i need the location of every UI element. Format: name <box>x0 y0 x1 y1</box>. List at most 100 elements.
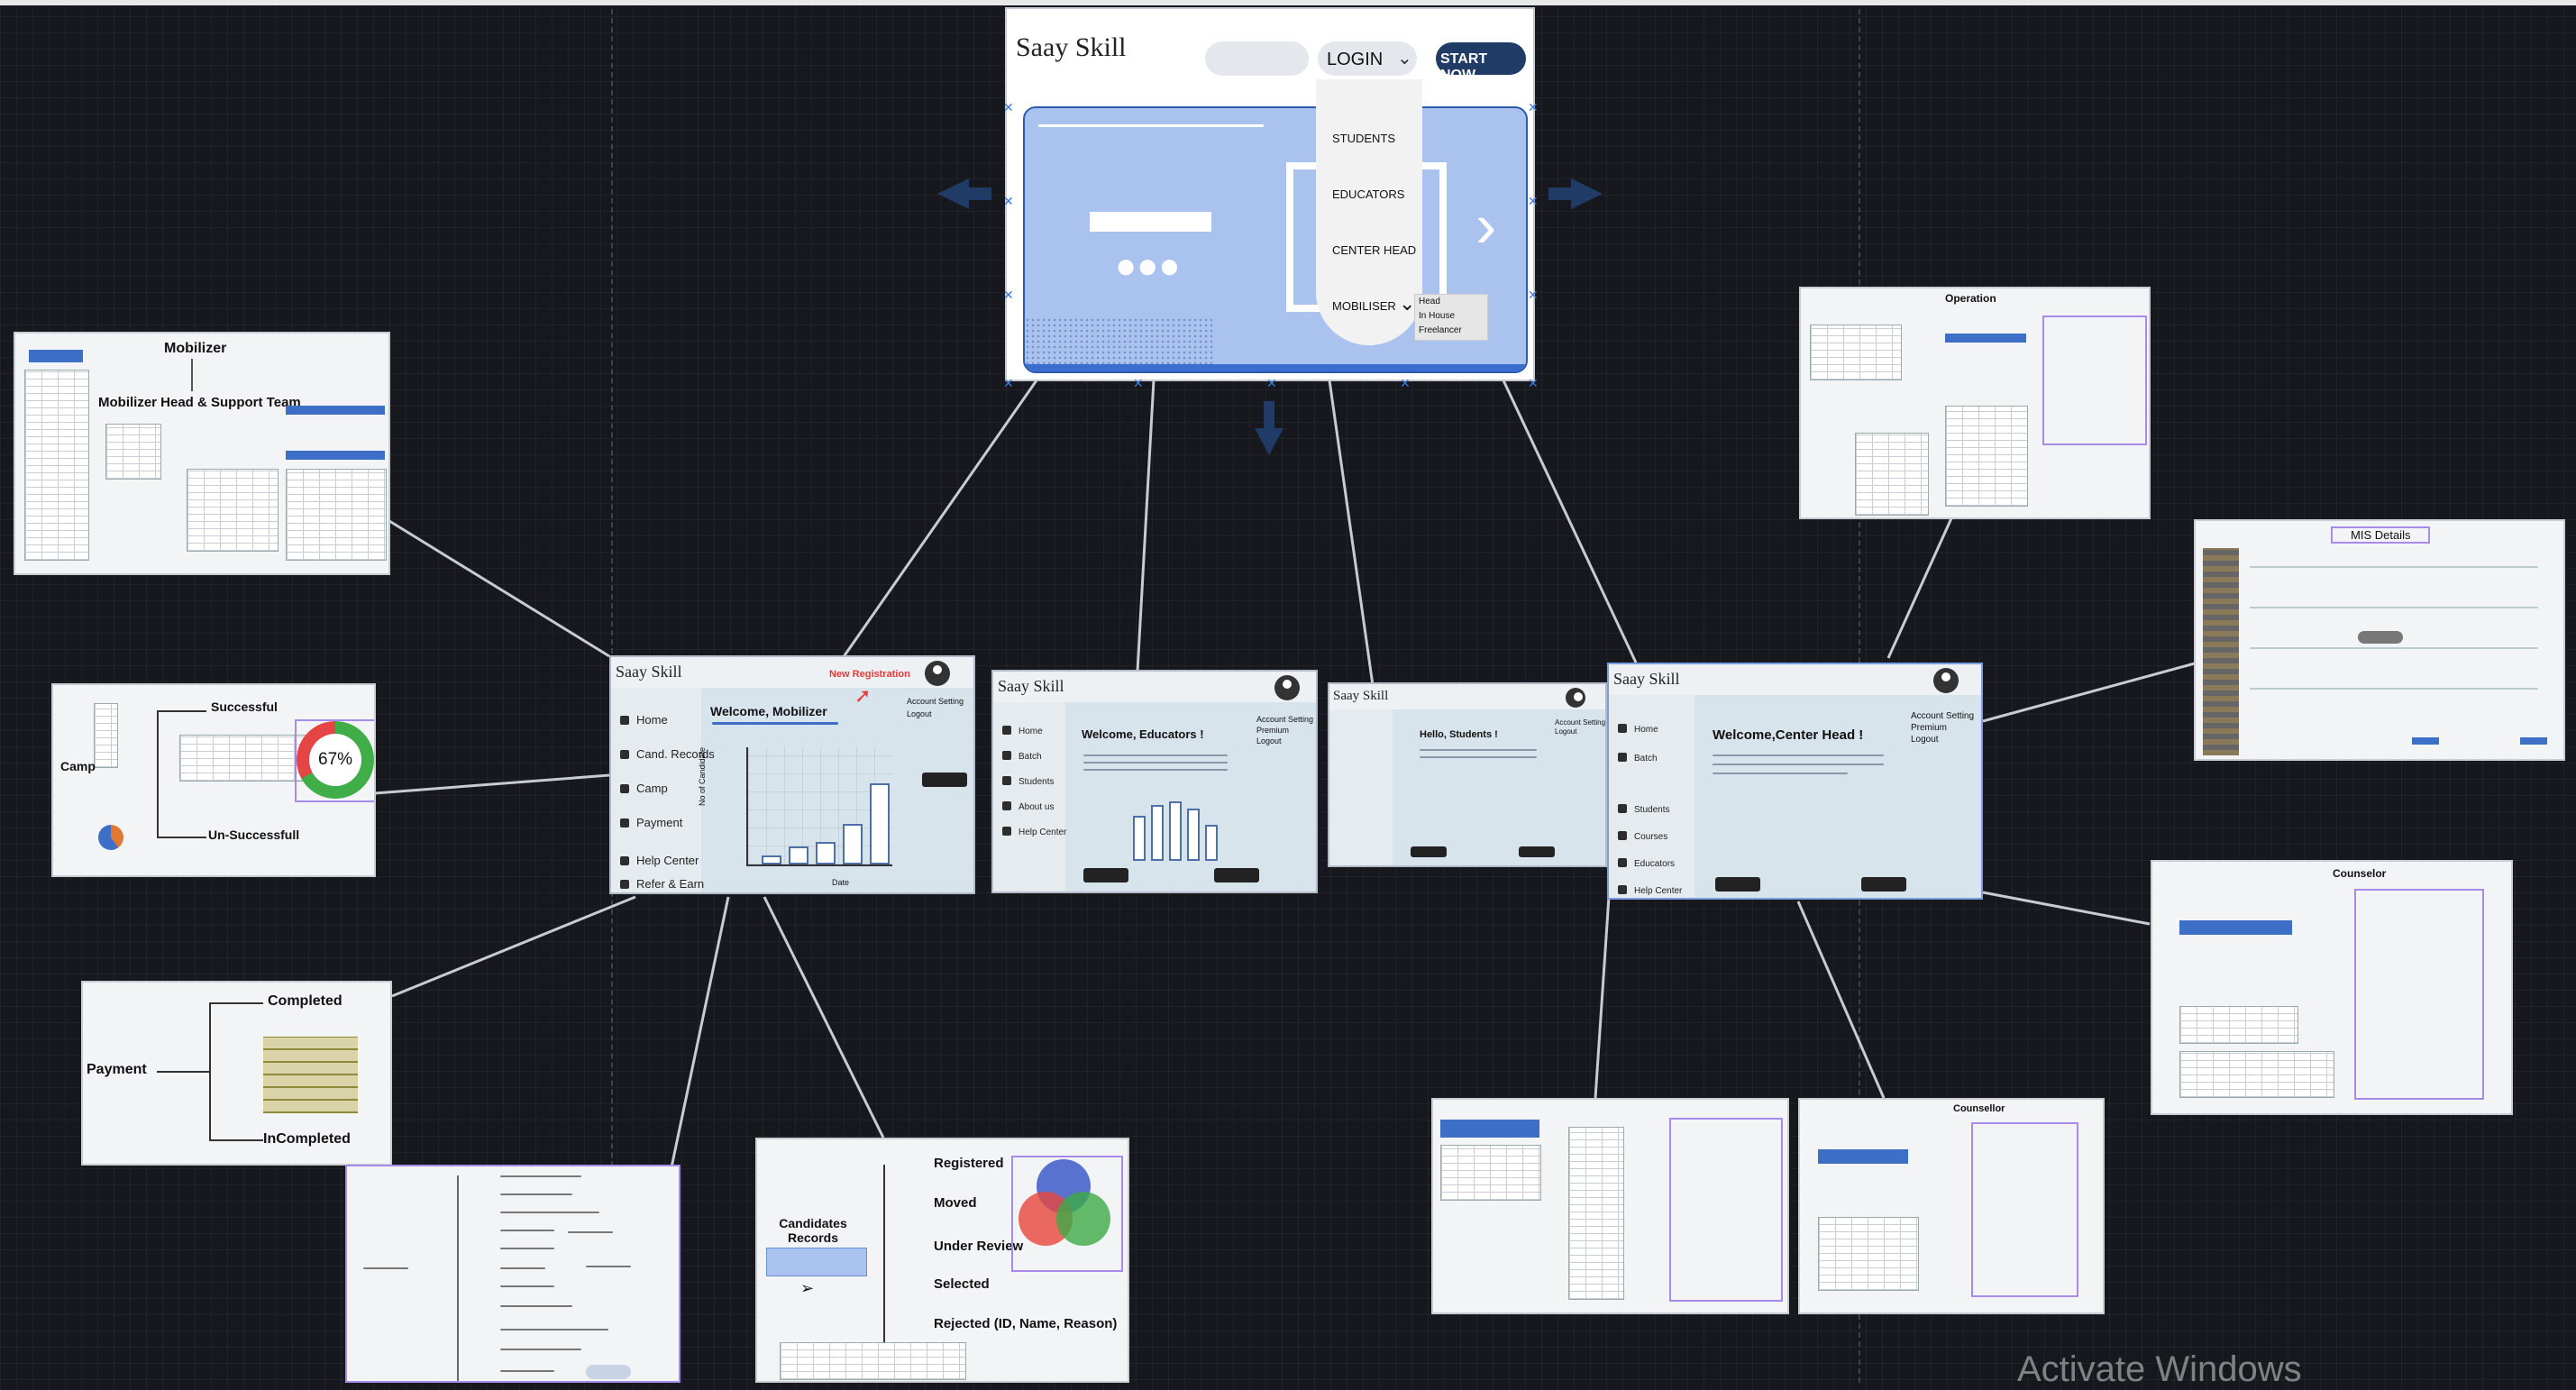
nav-home[interactable]: Home <box>1618 724 1658 735</box>
success-label: Successful <box>211 700 278 714</box>
selection-handle[interactable]: ✕ <box>1003 288 1014 301</box>
app-store-badge[interactable] <box>1715 877 1760 892</box>
avatar-icon[interactable] <box>1566 688 1585 708</box>
avatar-icon[interactable] <box>1274 675 1300 700</box>
registration-form-board[interactable] <box>345 1165 681 1383</box>
selection-handle[interactable]: ✕ <box>1400 377 1411 389</box>
mis-toggle[interactable] <box>2358 631 2403 644</box>
chart-bar <box>1205 825 1218 861</box>
selection-handle[interactable]: ✕ <box>1528 377 1539 389</box>
camp-board[interactable]: Camp Successful Un-Successfull 67% <box>51 683 376 877</box>
sub-head[interactable]: Head <box>1419 297 1440 306</box>
form-line <box>500 1305 572 1307</box>
selection-handle[interactable]: ✕ <box>1528 195 1539 207</box>
menu-center-head[interactable]: CENTER HEAD <box>1332 243 1416 257</box>
branch-top <box>157 710 206 712</box>
selection-handle[interactable]: ✕ <box>1003 101 1014 114</box>
chevron-right-icon[interactable]: › <box>1475 194 1496 257</box>
nav-students[interactable]: Students <box>1618 804 1669 815</box>
google-play-badge[interactable] <box>1519 846 1555 857</box>
new-registration-link[interactable]: New Registration <box>829 669 910 680</box>
counselor-board[interactable]: Counselor <box>2151 860 2513 1115</box>
ch-premium[interactable]: Premium <box>1911 723 1947 733</box>
submit-button[interactable] <box>586 1365 631 1379</box>
nav-camp[interactable]: Camp <box>620 782 668 795</box>
nav-home[interactable]: Home <box>1002 726 1043 736</box>
mobilizer-screen[interactable]: Saay Skill New Registration ➚ Home Cand.… <box>609 655 975 894</box>
mini-table <box>24 370 89 561</box>
app-store-badge[interactable] <box>1083 868 1128 882</box>
educator-screen[interactable]: Saay Skill Home Batch Students About us … <box>991 670 1318 893</box>
menu-mobiliser[interactable]: MOBILISER <box>1332 299 1396 313</box>
counsellor-title: Counsellor <box>1953 1103 2005 1114</box>
edu-logout[interactable]: Logout <box>1256 736 1282 745</box>
ch-account[interactable]: Account Setting <box>1911 711 1974 721</box>
menu-educators[interactable]: EDUCATORS <box>1332 187 1404 201</box>
mob-account[interactable]: Account Setting <box>907 697 964 706</box>
avatar-icon[interactable] <box>1933 668 1959 693</box>
avatar-icon[interactable] <box>925 661 950 686</box>
edu-account[interactable]: Account Setting <box>1256 715 1313 724</box>
nav-refer-earn[interactable]: Refer & Earn <box>620 877 704 891</box>
mob-welcome: Welcome, Mobilizer <box>710 704 827 718</box>
search-input[interactable] <box>1205 41 1309 76</box>
counsellor-board[interactable]: Counsellor <box>1798 1098 2105 1314</box>
edu-premium[interactable]: Premium <box>1256 726 1289 735</box>
mis-sidebar <box>2203 548 2239 755</box>
candidates-search[interactable] <box>766 1248 867 1276</box>
menu-students[interactable]: STUDENTS <box>1332 132 1395 145</box>
sub-freelancer[interactable]: Freelancer <box>1419 325 1462 335</box>
mis-details-board[interactable]: MIS Details <box>2194 519 2565 761</box>
candidates-records-board[interactable]: Candidates Records ➢ Registered Moved Un… <box>755 1138 1129 1383</box>
batch-board[interactable] <box>1431 1098 1789 1314</box>
google-play-badge[interactable] <box>1214 868 1259 882</box>
stu-account[interactable]: Account Setting <box>1555 718 1605 727</box>
highlight-box <box>295 719 374 802</box>
start-now-button[interactable]: START NOW <box>1436 42 1526 83</box>
branch-line <box>157 710 159 837</box>
nav-about-us[interactable]: About us <box>1002 801 1054 812</box>
mob-logo: Saay Skill <box>616 663 682 681</box>
nav-payment[interactable]: Payment <box>620 816 682 829</box>
login-button[interactable]: LOGIN ⌄ <box>1318 41 1417 76</box>
mob-logout[interactable]: Logout <box>907 709 932 718</box>
stu-logout[interactable]: Logout <box>1555 727 1576 736</box>
candidates-trunk <box>883 1165 885 1349</box>
payment-board[interactable]: Payment Completed InCompleted <box>81 981 392 1166</box>
form-line <box>500 1349 581 1350</box>
center-head-screen[interactable]: Saay Skill Home Batch Students Courses E… <box>1607 663 1983 900</box>
nav-home[interactable]: Home <box>620 713 668 727</box>
nav-students[interactable]: Students <box>1002 776 1054 787</box>
mobilizer-board[interactable]: Mobilizer Mobilizer Head & Support Team <box>14 332 390 575</box>
selection-handle[interactable]: ✕ <box>1266 377 1277 389</box>
selection-handle[interactable]: ✕ <box>1133 377 1144 389</box>
selection-handle[interactable]: ✕ <box>1528 288 1539 301</box>
nav-help-center[interactable]: Help Center <box>1618 885 1682 896</box>
selection-handle[interactable]: ✕ <box>1003 195 1014 207</box>
nav-help-center[interactable]: Help Center <box>620 854 699 867</box>
home-screen-frame[interactable]: Saay Skill LOGIN ⌄ START NOW ●●● › STUDE… <box>1003 7 1539 389</box>
student-screen[interactable]: Saay Skill Hello, Students ! Account Set… <box>1328 682 1607 867</box>
selection-handle[interactable]: ✕ <box>1003 377 1014 389</box>
hero-dot-pattern <box>1025 317 1214 371</box>
app-store-badge[interactable] <box>1411 846 1447 857</box>
app-store-badge[interactable] <box>922 773 967 787</box>
nav-help-center[interactable]: Help Center <box>1002 827 1066 837</box>
nav-batch[interactable]: Batch <box>1002 751 1042 762</box>
mis-title: MIS Details <box>2331 526 2431 544</box>
home-logo[interactable]: Saay Skill <box>1016 32 1127 63</box>
nav-educators[interactable]: Educators <box>1618 858 1675 869</box>
blue-block <box>29 350 83 362</box>
incompleted-label: InCompleted <box>263 1131 351 1147</box>
nav-batch[interactable]: Batch <box>1618 753 1658 764</box>
branch-line <box>209 1002 211 1139</box>
branch-link <box>157 1071 209 1073</box>
sub-in-house[interactable]: In House <box>1419 311 1455 321</box>
nav-courses[interactable]: Courses <box>1618 831 1667 842</box>
blue-block <box>2520 737 2547 745</box>
mis-line <box>2250 647 2538 649</box>
ch-logout[interactable]: Logout <box>1911 735 1939 745</box>
google-play-badge[interactable] <box>1861 877 1906 892</box>
selection-handle[interactable]: ✕ <box>1528 101 1539 114</box>
operation-board[interactable]: Operation <box>1799 287 2151 519</box>
